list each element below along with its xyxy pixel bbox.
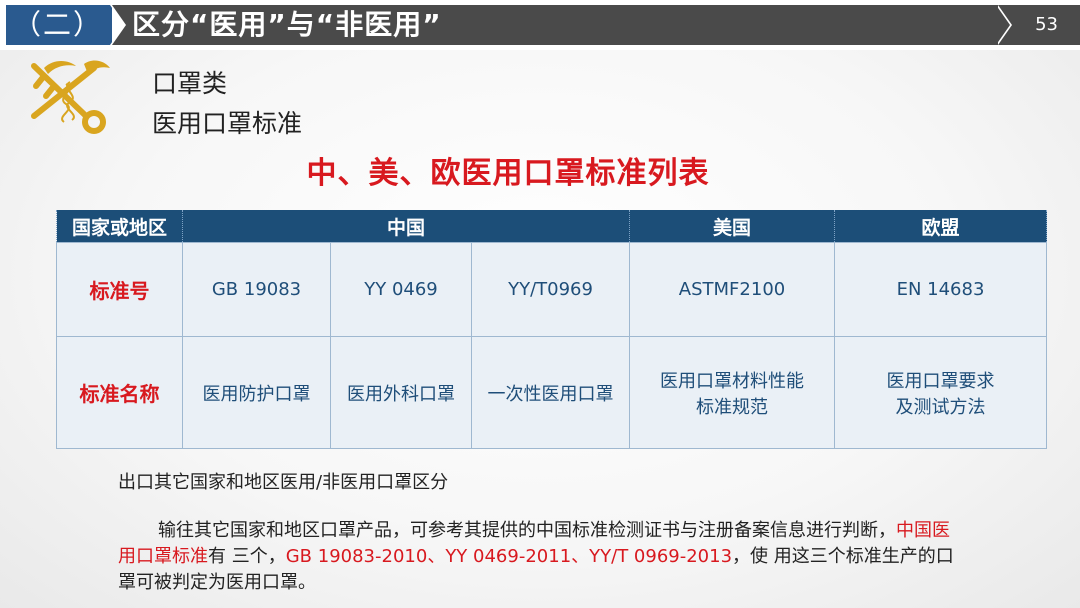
section-label: （二）	[6, 5, 124, 45]
table-header-row: 国家或地区 中国 美国 欧盟	[56, 210, 1048, 243]
row-label-standard-no: 标准号	[56, 242, 183, 337]
para-text: 有 三个，	[208, 546, 286, 567]
notes-heading: 出口其它国家和地区医用/非医用口罩区分	[118, 472, 449, 493]
row-label-standard-name: 标准名称	[56, 336, 183, 449]
header-usa: 美国	[629, 210, 836, 243]
cell-line: 及测试方法	[895, 396, 986, 418]
header-eu: 欧盟	[834, 210, 1048, 243]
table-title: 中、美、欧医用口罩标准列表	[306, 156, 710, 191]
header-china: 中国	[181, 210, 631, 243]
table-cell: 医用防护口罩	[182, 336, 331, 449]
cell-line: 标准规范	[696, 396, 769, 418]
notes-paragraph: 输往其它国家和地区口罩产品，可参考其提供的中国标准检测证书与注册备案信息进行判断…	[118, 518, 958, 596]
table-row: 标准名称 医用防护口罩 医用外科口罩 一次性医用口罩 医用口罩材料性能 标准规范…	[56, 336, 1048, 449]
chevron-right-icon	[112, 5, 126, 45]
slide-header: （二） 区分“医用”与“非医用” 53	[0, 0, 1080, 50]
table-cell: 一次性医用口罩	[470, 336, 631, 449]
standards-table: 国家或地区 中国 美国 欧盟 标准号 GB 19083 YY 0469 YY/T…	[56, 210, 1048, 449]
table-cell: 医用外科口罩	[330, 336, 472, 449]
table-cell: YY/T0969	[470, 242, 631, 337]
slide-title: 区分“医用”与“非医用”	[132, 8, 442, 41]
table-row: 标准号 GB 19083 YY 0469 YY/T0969 ASTMF2100 …	[56, 242, 1048, 337]
cell-line: 医用口罩材料性能	[660, 370, 805, 392]
subtitle-standard: 医用口罩标准	[152, 109, 303, 138]
table-cell: 医用口罩材料性能 标准规范	[629, 336, 836, 449]
table-cell: 医用口罩要求 及测试方法	[834, 336, 1048, 449]
table-cell: GB 19083	[182, 242, 331, 337]
cell-line: 医用口罩要求	[886, 370, 995, 392]
chevron-mask	[996, 5, 1010, 45]
table-cell: EN 14683	[834, 242, 1048, 337]
para-text: 输往其它国家和地区口罩产品，可参考其提供的中国标准检测证书与注册备案信息进行判断…	[158, 520, 896, 541]
customs-emblem-icon	[31, 60, 110, 134]
subtitle-category: 口罩类	[152, 69, 228, 98]
table-cell: YY 0469	[330, 242, 472, 337]
page-number: 53	[1035, 14, 1058, 35]
header-region: 国家或地区	[56, 210, 183, 243]
table-cell: ASTMF2100	[629, 242, 836, 337]
para-highlight: GB 19083-2010、YY 0469-2011、YY/T 0969-201…	[285, 546, 733, 567]
